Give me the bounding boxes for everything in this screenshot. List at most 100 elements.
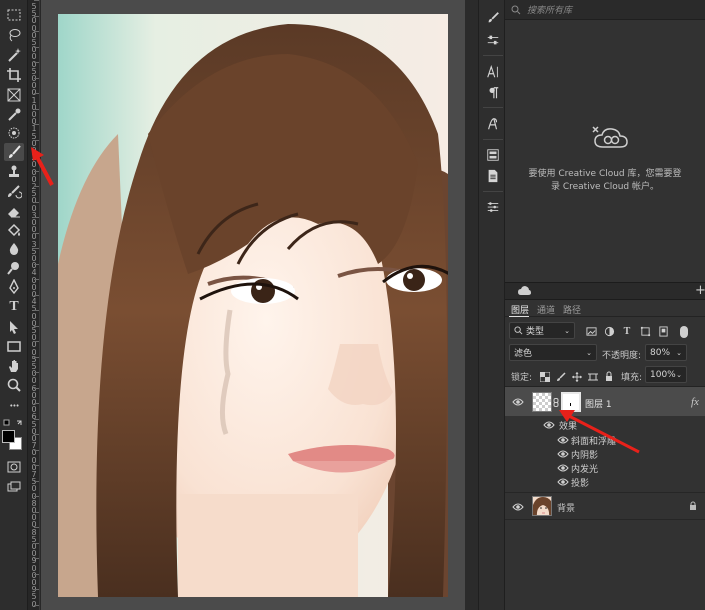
- brush-tool[interactable]: [4, 143, 24, 161]
- panel-icon-strip: [478, 0, 505, 610]
- adjustments-button[interactable]: [483, 30, 503, 50]
- opacity-input[interactable]: 80% ⌄: [645, 344, 687, 361]
- libraries-panel-button[interactable]: [483, 145, 503, 165]
- brush-icon: [9, 145, 21, 158]
- drop-icon: [9, 243, 19, 255]
- magic-wand-icon: [8, 48, 21, 62]
- magic-wand-tool[interactable]: [4, 46, 24, 64]
- blend-mode-select[interactable]: 滤色 ⌄: [509, 344, 597, 361]
- filter-smart-object-icon[interactable]: [657, 325, 669, 337]
- screen-mode-icon: [7, 481, 21, 492]
- tab-layers[interactable]: 图层: [511, 303, 529, 316]
- path-selection-tool[interactable]: [4, 318, 24, 336]
- eraser-tool[interactable]: [4, 202, 24, 220]
- fx-icon[interactable]: fx: [691, 396, 699, 408]
- ruler-tick: [34, 434, 39, 435]
- creative-cloud-disconnected-icon: [592, 126, 628, 148]
- lasso-icon: [9, 29, 21, 42]
- clone-stamp-tool[interactable]: [4, 163, 24, 181]
- effect-eye-icon[interactable]: [557, 463, 569, 473]
- lock-image-brush-icon[interactable]: [555, 371, 567, 383]
- lasso-tool[interactable]: [4, 26, 24, 44]
- ruler-tick: [34, 248, 39, 249]
- ruler-tick: [34, 480, 39, 482]
- lock-position-icon[interactable]: [571, 371, 583, 383]
- vertical-ruler: 5500050005000100015002000250030003500400…: [28, 0, 40, 610]
- filter-kind-select[interactable]: 类型 ⌄: [509, 322, 575, 339]
- eyedropper-tool[interactable]: [4, 106, 24, 124]
- filter-type-icon[interactable]: T: [621, 325, 633, 337]
- swap-colors[interactable]: [3, 418, 25, 428]
- history-brush-icon: [8, 185, 22, 199]
- dodge-tool[interactable]: [4, 259, 24, 277]
- fill-input[interactable]: 100% ⌄: [645, 366, 687, 383]
- filter-shape-icon[interactable]: [639, 325, 651, 337]
- ruler-tick: [34, 62, 39, 63]
- foreground-color[interactable]: [2, 430, 15, 443]
- history-brush-tool[interactable]: [4, 183, 24, 201]
- add-panel-button[interactable]: +: [695, 283, 705, 298]
- ruler-tick: [34, 558, 39, 559]
- arrow-icon: [10, 321, 18, 334]
- marquee-tool[interactable]: [4, 6, 24, 24]
- libraries-signin-message: 要使用 Creative Cloud 库，您需要登 录 Creative Clo…: [505, 168, 705, 194]
- layers-tabs: 图层 通道 路径: [505, 300, 705, 317]
- ruler-tick: [34, 46, 39, 48]
- ruler-tick: [34, 217, 39, 218]
- blur-tool[interactable]: [4, 240, 24, 258]
- ruler-tick: [34, 0, 39, 1]
- background-thumbnail[interactable]: [532, 496, 552, 516]
- effect-eye-icon[interactable]: [557, 477, 569, 487]
- screen-mode-button[interactable]: [4, 478, 24, 496]
- layer-comps-button[interactable]: [483, 197, 503, 217]
- paragraph-panel-button[interactable]: [483, 83, 503, 103]
- brush-settings-icon: [488, 12, 499, 23]
- background-layer-name[interactable]: 背景: [557, 501, 575, 514]
- brush-panel-button[interactable]: [483, 8, 503, 28]
- tab-channels[interactable]: 通道: [537, 303, 555, 316]
- rectangle-tool[interactable]: [4, 337, 24, 355]
- lock-transparent-icon[interactable]: [539, 371, 551, 383]
- pen-tool[interactable]: [4, 278, 24, 296]
- properties-panel-button[interactable]: [483, 166, 503, 186]
- type-tool[interactable]: T: [4, 298, 24, 316]
- zoom-tool[interactable]: [4, 376, 24, 394]
- ruler-tick: [34, 604, 39, 606]
- filter-toggle-switch[interactable]: [680, 326, 688, 338]
- effect-inner-glow[interactable]: 内发光: [571, 462, 598, 475]
- paragraph-icon: [489, 87, 499, 99]
- blend-mode-value: 滤色: [514, 349, 533, 359]
- filter-pixel-icon[interactable]: [585, 325, 597, 337]
- ruler-tick: [34, 449, 39, 451]
- tab-paths[interactable]: 路径: [563, 303, 581, 316]
- filter-adjustment-icon[interactable]: [603, 325, 615, 337]
- visibility-eye-icon[interactable]: [512, 397, 524, 407]
- hand-icon: [9, 360, 18, 372]
- layer1-thumbnail[interactable]: [532, 392, 552, 412]
- ruler-tick: [34, 356, 39, 358]
- ruler-tick: [34, 124, 39, 125]
- lock-artboard-icon[interactable]: [587, 371, 599, 383]
- quick-mask-button[interactable]: [4, 458, 24, 476]
- character-panel-button[interactable]: [483, 62, 503, 82]
- visibility-eye-icon[interactable]: [512, 502, 524, 512]
- frame-tool[interactable]: [4, 86, 24, 104]
- crop-tool[interactable]: [4, 66, 24, 84]
- active-tab-underline: [509, 316, 529, 317]
- bucket-icon: [7, 223, 21, 237]
- libraries-search-input[interactable]: 搜索所有库: [527, 3, 572, 16]
- layer-row-background[interactable]: 背景: [505, 492, 705, 520]
- glyphs-panel-button[interactable]: [483, 114, 503, 134]
- more-tools[interactable]: •••: [4, 397, 24, 415]
- chevron-down-icon: ⌄: [586, 348, 592, 357]
- sliders-icon: [487, 35, 499, 45]
- paint-bucket-tool[interactable]: [4, 221, 24, 239]
- hand-tool[interactable]: [4, 357, 24, 375]
- ruler-tick: [34, 511, 39, 513]
- rectangle-icon: [7, 341, 21, 352]
- lock-all-icon[interactable]: [603, 370, 615, 382]
- canvas-area: [31, 0, 465, 610]
- effect-drop-shadow[interactable]: 投影: [571, 476, 589, 489]
- spot-healing-tool[interactable]: [4, 124, 24, 142]
- healing-icon: [8, 127, 20, 139]
